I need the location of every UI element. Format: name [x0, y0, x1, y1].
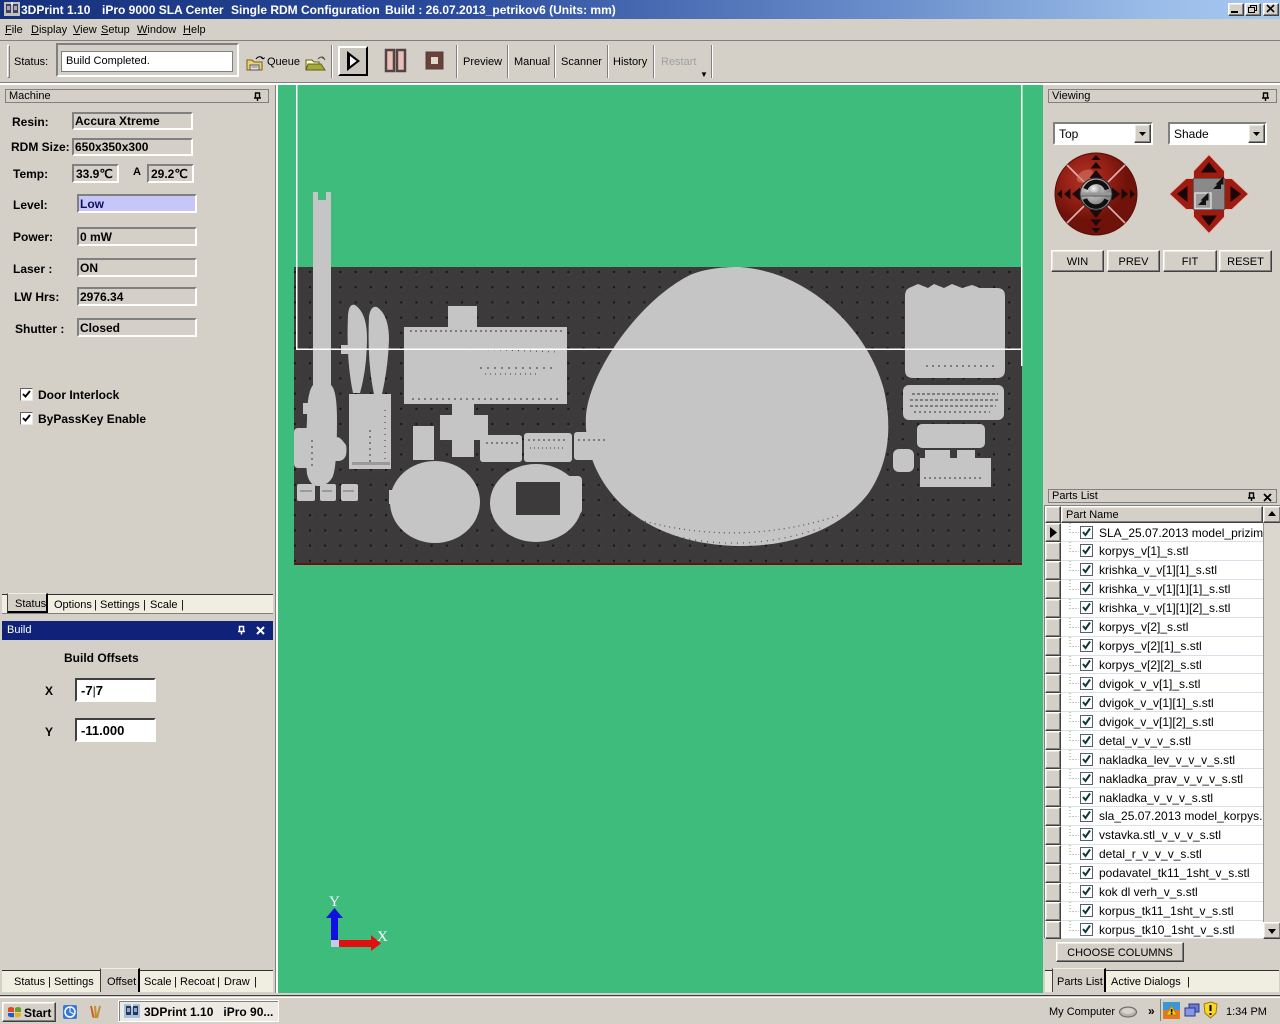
svg-text:X: X [377, 929, 388, 945]
svg-text:Y: Y [329, 894, 340, 910]
